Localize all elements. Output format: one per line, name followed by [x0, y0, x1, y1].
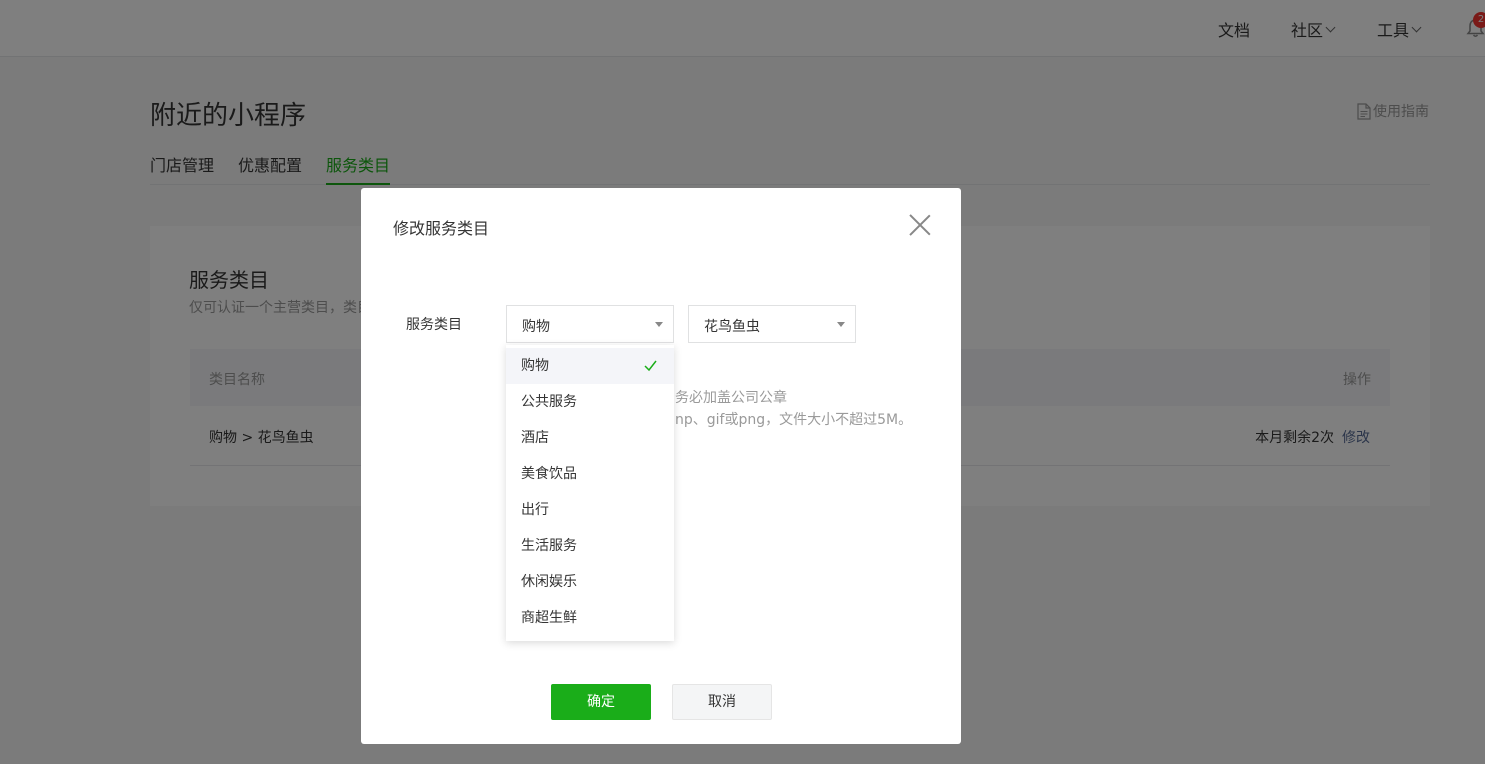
option-label: 酒店 [521, 430, 549, 446]
option-label: 休闲娱乐 [521, 574, 577, 590]
option-label: 生活服务 [521, 538, 577, 554]
upload-tip-line1: 务必加盖公司公章 [675, 390, 787, 406]
option-label: 美食饮品 [521, 466, 577, 482]
caret-down-icon [837, 322, 845, 327]
caret-down-icon [655, 322, 663, 327]
field-label: 服务类目 [406, 317, 462, 333]
check-icon [644, 360, 657, 372]
dropdown-option[interactable]: 美食饮品 [506, 456, 674, 492]
option-label: 购物 [521, 358, 549, 374]
secondary-category-value: 花鸟鱼虫 [704, 319, 760, 335]
dropdown-option[interactable]: 出行 [506, 492, 674, 528]
dropdown-option[interactable]: 生活服务 [506, 528, 674, 564]
category-dropdown-menu: 购物 公共服务 酒店 美食饮品 出行 生活服务 休闲娱乐 商超生鲜 [506, 345, 674, 641]
dropdown-option[interactable]: 休闲娱乐 [506, 564, 674, 600]
primary-category-select[interactable]: 购物 [506, 305, 674, 343]
secondary-category-select[interactable]: 花鸟鱼虫 [688, 305, 856, 343]
dropdown-option[interactable]: 公共服务 [506, 384, 674, 420]
dropdown-option[interactable]: 酒店 [506, 420, 674, 456]
dropdown-option[interactable]: 商超生鲜 [506, 600, 674, 636]
option-label: 商超生鲜 [521, 610, 577, 626]
dropdown-option[interactable]: 购物 [506, 348, 674, 384]
dialog-title: 修改服务类目 [393, 219, 490, 238]
option-label: 出行 [521, 502, 549, 518]
cancel-button[interactable]: 取消 [672, 684, 772, 720]
edit-category-dialog: 修改服务类目 服务类目 购物 花鸟鱼虫 务必加盖公司公章 np、gif或png，… [361, 188, 961, 744]
primary-category-value: 购物 [522, 319, 550, 335]
close-icon[interactable] [909, 214, 931, 236]
upload-tip-line2: np、gif或png，文件大小不超过5M。 [675, 412, 913, 428]
confirm-button[interactable]: 确定 [551, 684, 651, 720]
option-label: 公共服务 [521, 394, 577, 410]
